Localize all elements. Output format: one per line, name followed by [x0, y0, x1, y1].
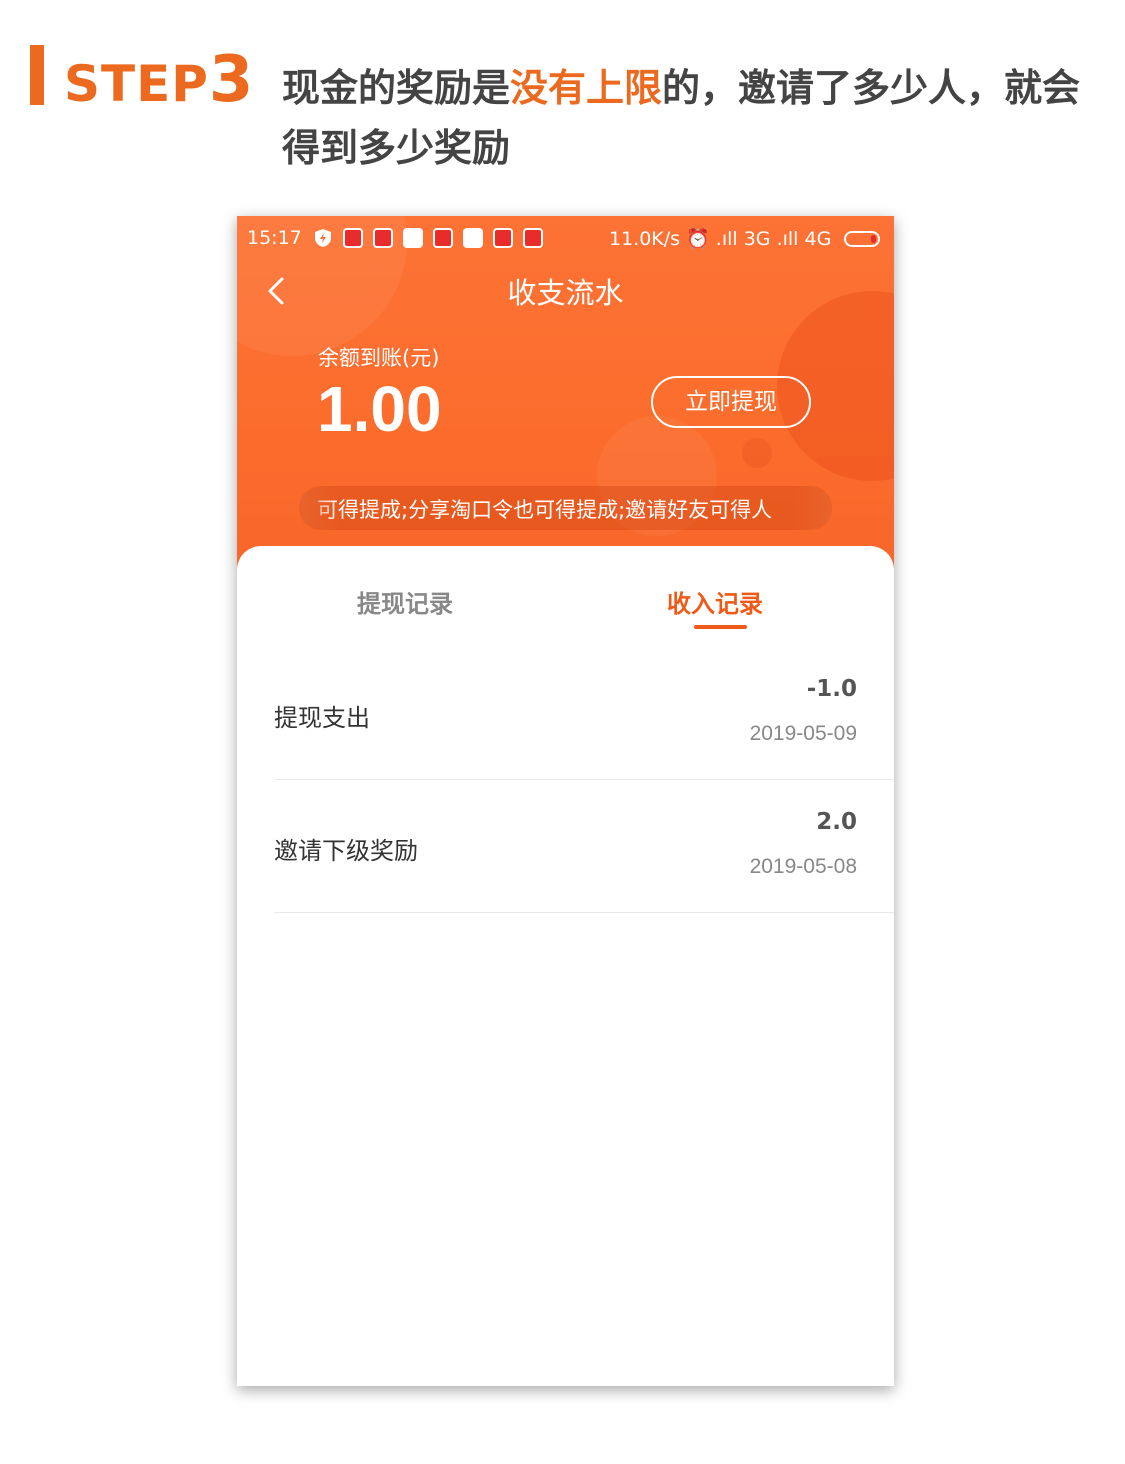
app-notification-icon [403, 228, 423, 248]
notice-marquee: 可得提成;分享淘口令也可得提成;邀请好友可得人 [299, 486, 832, 530]
decor-circle [742, 438, 772, 468]
tab-withdraw-records[interactable]: 提现记录 [357, 584, 453, 619]
network-status: 11.0K/s ⏰ .ıll 3G .ıll 4G [609, 228, 832, 250]
description-part-1: 现金的奖励是 [282, 66, 511, 110]
battery-icon [844, 231, 880, 247]
step-label: STEP3 [64, 48, 254, 113]
step-word: STEP [64, 55, 209, 113]
notice-text: 可得提成;分享淘口令也可得提成;邀请好友可得人 [317, 498, 773, 522]
list-item[interactable]: 提现支出 -1.0 2019-05-09 [274, 646, 894, 780]
records-panel: 提现记录 收入记录 提现支出 -1.0 2019-05-09 邀请下级奖励 2.… [237, 546, 894, 1386]
status-bar: 15:17 11.0K/s ⏰ .ıll 3G .ıll 4G [237, 224, 894, 254]
record-amount: -1.0 [806, 676, 857, 702]
record-title: 邀请下级奖励 [274, 837, 418, 865]
step-description: 现金的奖励是没有上限的，邀请了多少人，就会得到多少奖励 [282, 58, 1112, 178]
app-notification-icon [433, 228, 453, 248]
app-notification-icon [523, 228, 543, 248]
shield-icon [315, 229, 331, 247]
page-title: 收支流水 [507, 276, 624, 310]
app-notification-icon [463, 228, 483, 248]
balance-header: 15:17 11.0K/s ⏰ .ıll 3G .ıll 4G 收支流水 余额到… [237, 216, 894, 596]
app-notification-icon [493, 228, 513, 248]
app-notification-icon [373, 228, 393, 248]
record-date: 2019-05-09 [749, 722, 857, 745]
record-date: 2019-05-08 [749, 855, 857, 878]
app-notification-icon [343, 228, 363, 248]
balance-value: 1.00 [317, 373, 442, 445]
step-accent-bar [30, 45, 44, 105]
withdraw-button[interactable]: 立即提现 [651, 376, 811, 428]
balance-label: 余额到账(元) [318, 346, 440, 370]
status-time: 15:17 [247, 227, 302, 249]
active-tab-indicator [694, 625, 747, 629]
record-title: 提现支出 [274, 704, 370, 732]
phone-screenshot: 15:17 11.0K/s ⏰ .ıll 3G .ıll 4G 收支流水 余额到… [237, 216, 894, 1386]
list-item[interactable]: 邀请下级奖励 2.0 2019-05-08 [274, 779, 894, 913]
record-amount: 2.0 [816, 809, 857, 835]
description-highlight: 没有上限 [510, 66, 663, 110]
step-number: 3 [208, 43, 255, 117]
notification-icons [313, 228, 543, 248]
tab-income-records[interactable]: 收入记录 [667, 584, 763, 619]
